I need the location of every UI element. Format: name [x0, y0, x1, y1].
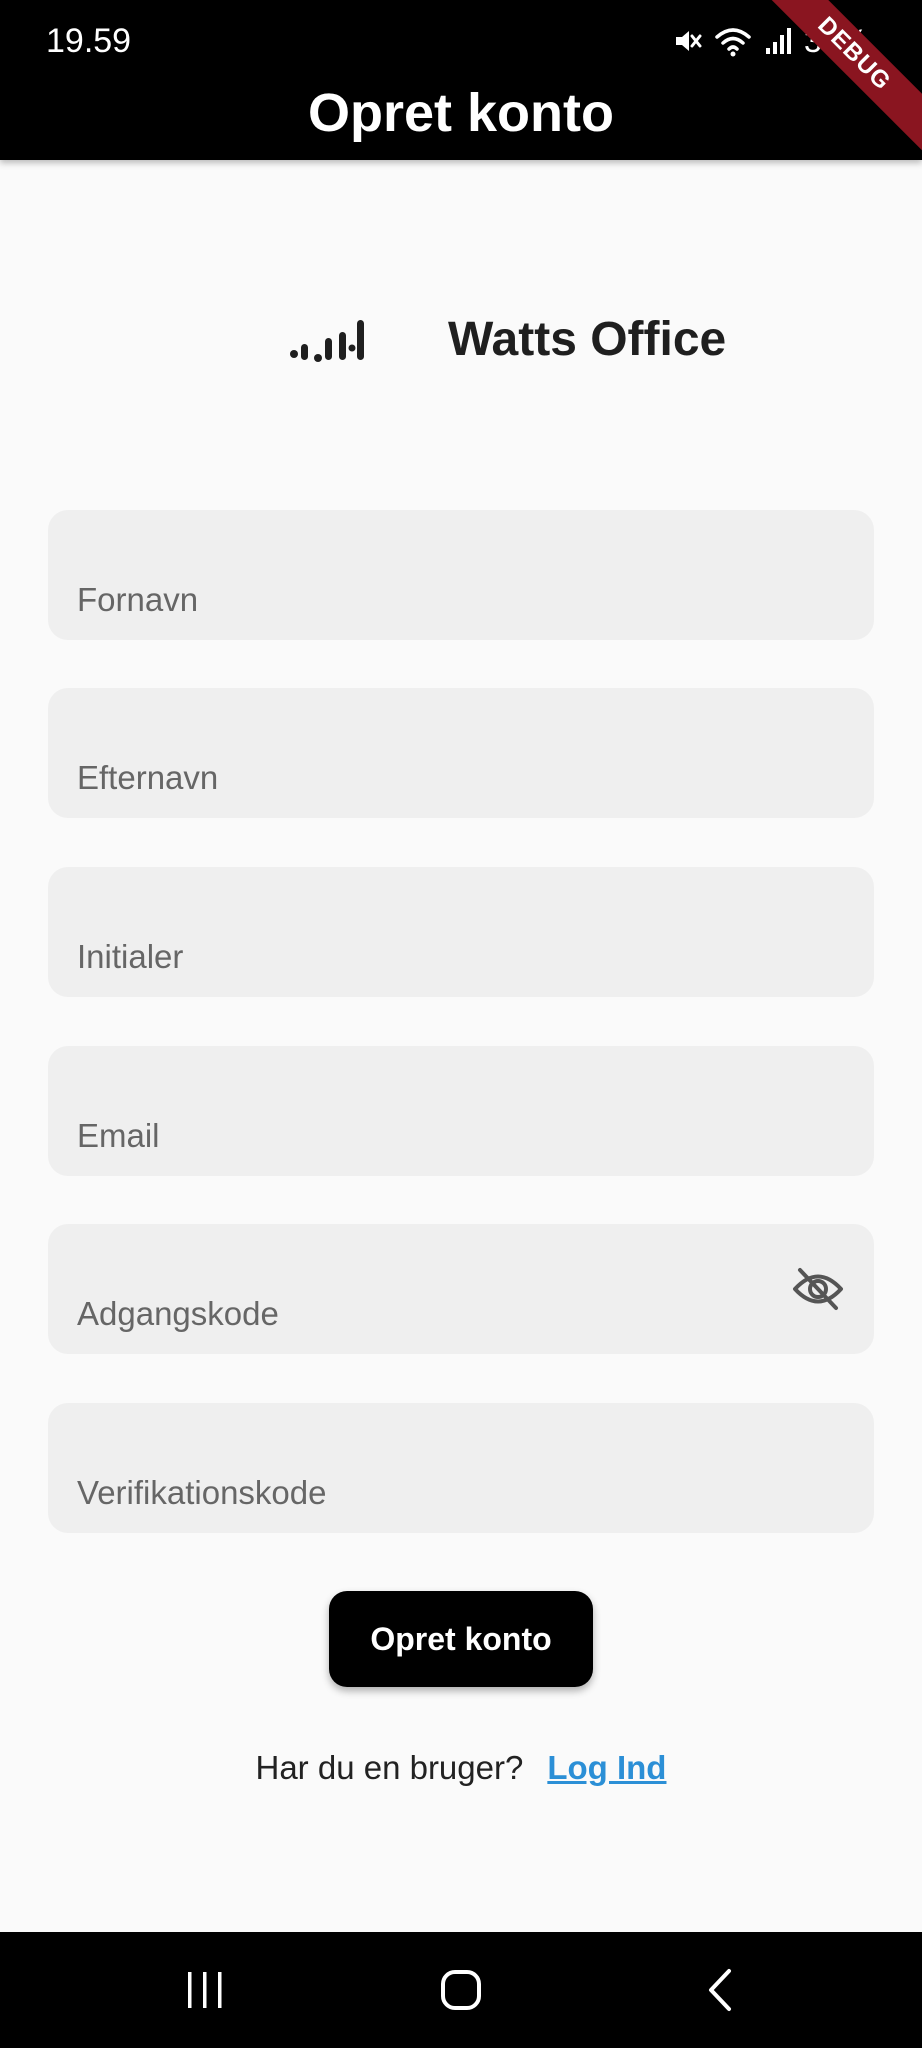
first-name-input[interactable]: [48, 510, 874, 640]
app-bar: 19.59 Opret konto: [0, 0, 922, 160]
mute-icon: [672, 26, 702, 56]
login-link[interactable]: Log Ind: [547, 1749, 666, 1786]
status-time: 19.59: [46, 22, 132, 60]
system-nav-bar: [0, 1932, 922, 2048]
password-input[interactable]: [48, 1224, 874, 1354]
password-field[interactable]: [48, 1224, 874, 1354]
first-name-field[interactable]: [48, 510, 874, 640]
home-icon[interactable]: [401, 1932, 521, 2048]
wifi-icon: [714, 25, 752, 57]
last-name-input[interactable]: [48, 688, 874, 818]
login-prompt-text: Har du en bruger?: [255, 1749, 524, 1786]
logo: Watts Office: [0, 300, 922, 380]
email-input[interactable]: [48, 1046, 874, 1176]
recent-apps-icon[interactable]: [145, 1932, 265, 2048]
screen: 19.59 Opret konto DEBUG Watts Office For…: [0, 0, 922, 2048]
email-field[interactable]: [48, 1046, 874, 1176]
last-name-field[interactable]: [48, 688, 874, 818]
login-prompt: Har du en bruger? Log Ind: [0, 1746, 922, 1790]
back-icon[interactable]: [660, 1932, 780, 2048]
logo-text: Watts Office: [448, 313, 727, 366]
initials-field[interactable]: [48, 867, 874, 997]
verification-code-field[interactable]: [48, 1403, 874, 1533]
signal-icon: [764, 26, 792, 56]
page-title: Opret konto: [308, 83, 614, 143]
eye-off-icon[interactable]: [792, 1266, 844, 1312]
verification-code-input[interactable]: [48, 1403, 874, 1533]
create-account-button[interactable]: Opret konto: [329, 1591, 593, 1687]
initials-input[interactable]: [48, 867, 874, 997]
waveform-logo-icon: [288, 314, 368, 371]
